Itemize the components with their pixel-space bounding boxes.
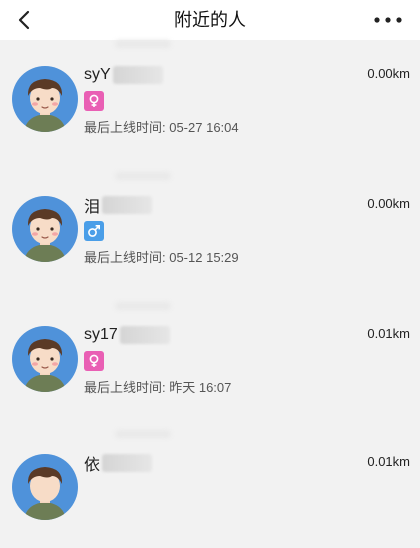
nearby-people-list: syY 最后上线时间: 05-27 16:04 0.00km 泪 最后上线时间:… — [0, 40, 420, 520]
avatar[interactable] — [12, 326, 78, 392]
user-name-row: sy17 — [84, 324, 170, 346]
last-online-time: 最后上线时间: 05-12 15:29 — [84, 250, 239, 265]
blurred-element — [115, 40, 171, 48]
user-name: syY — [84, 66, 111, 83]
last-online-time: 最后上线时间: 昨天 16:07 — [84, 380, 232, 395]
blurred-name — [102, 454, 153, 472]
blurred-element — [115, 172, 171, 180]
blurred-name — [119, 326, 170, 344]
distance-label: 0.01km — [367, 454, 410, 469]
user-name-row: 泪 — [84, 194, 153, 216]
gender-badge — [84, 351, 104, 371]
male-symbol-icon — [88, 224, 100, 237]
nav-bar: 附近的人 — [0, 0, 420, 40]
blurred-name — [112, 66, 163, 84]
blurred-element — [115, 302, 171, 310]
distance-label: 0.01km — [367, 326, 410, 341]
female-symbol-icon — [89, 354, 99, 367]
distance-label: 0.00km — [367, 66, 410, 81]
avatar-illustration-icon — [24, 339, 66, 392]
blurred-name — [102, 196, 153, 214]
distance-label: 0.00km — [367, 196, 410, 211]
list-item-user[interactable]: 依 0.01km — [0, 428, 420, 548]
avatar[interactable] — [12, 196, 78, 262]
user-name-row: 依 — [84, 452, 153, 474]
avatar-illustration-icon — [24, 209, 66, 262]
page-title: 附近的人 — [174, 10, 246, 30]
blurred-element — [115, 430, 171, 438]
list-item-user[interactable]: syY 最后上线时间: 05-27 16:04 0.00km — [0, 40, 420, 160]
female-symbol-icon — [89, 94, 99, 107]
avatar[interactable] — [12, 454, 78, 520]
more-button[interactable] — [370, 8, 406, 32]
list-item-user[interactable]: 泪 最后上线时间: 05-12 15:29 0.00km — [0, 170, 420, 290]
avatar-illustration-icon — [24, 79, 66, 132]
user-name: sy17 — [84, 326, 118, 343]
more-horizontal-icon — [374, 17, 402, 23]
user-name-row: syY — [84, 64, 163, 86]
last-online-time: 最后上线时间: 05-27 16:04 — [84, 120, 239, 135]
list-item-user[interactable]: sy17 最后上线时间: 昨天 16:07 0.01km — [0, 300, 420, 420]
avatar[interactable] — [12, 66, 78, 132]
user-name: 依 — [84, 457, 101, 474]
user-name: 泪 — [84, 199, 101, 216]
gender-badge — [84, 91, 104, 111]
gender-badge — [84, 221, 104, 241]
avatar-illustration-icon — [24, 467, 66, 520]
